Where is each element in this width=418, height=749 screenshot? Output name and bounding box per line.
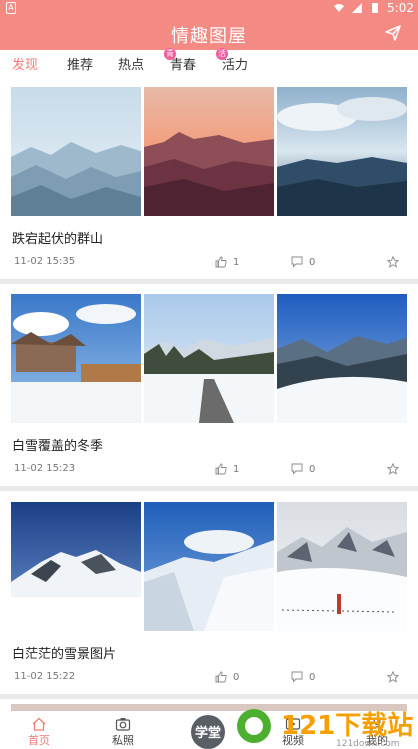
like-count: 0	[233, 671, 240, 683]
comment-icon	[291, 671, 303, 683]
watermark-url: 121down.com	[336, 739, 400, 749]
post-title: 白雪覆盖的冬季	[12, 439, 104, 454]
tab-youth[interactable]: 青 青春	[164, 48, 196, 73]
thumbs-up-icon	[215, 256, 227, 268]
watermark-brand: 121下载站	[281, 711, 413, 741]
post-meta: 11-02 15:23 1 0	[0, 463, 418, 479]
post-image[interactable]	[144, 502, 274, 631]
post-image[interactable]	[11, 87, 141, 216]
tab-discover[interactable]: 发现	[12, 54, 38, 73]
post-time: 11-02 15:22	[14, 671, 76, 682]
like-button[interactable]: 0	[215, 671, 239, 683]
status-time: 5:02	[387, 1, 414, 15]
separator	[0, 694, 418, 699]
separator	[0, 279, 418, 284]
app-title: 情趣图屋	[171, 26, 247, 47]
thumbs-up-icon	[215, 671, 227, 683]
separator	[0, 486, 418, 491]
comment-button[interactable]: 0	[291, 463, 315, 475]
post-image[interactable]	[11, 502, 141, 631]
post-meta: 11-02 15:35 1 0	[0, 256, 418, 272]
post-image[interactable]	[144, 294, 274, 423]
status-bar: A 5:02	[0, 0, 418, 18]
post-images	[11, 294, 407, 423]
like-count: 1	[233, 463, 240, 475]
app-notification-icon: A	[6, 2, 16, 14]
star-icon[interactable]	[387, 256, 399, 268]
post-image[interactable]	[11, 294, 141, 423]
like-button[interactable]: 1	[215, 256, 239, 268]
comment-button[interactable]: 0	[291, 256, 315, 268]
like-button[interactable]: 1	[215, 463, 239, 475]
watermark-logo: 学堂 121下载站 121down.com	[191, 709, 413, 749]
post-image[interactable]	[144, 87, 274, 216]
post-card[interactable]: 白茫茫的雪景图片 11-02 15:22 0 0	[0, 502, 418, 692]
post-title: 跌宕起伏的群山	[12, 232, 104, 247]
post-card[interactable]: 跌宕起伏的群山 11-02 15:35 1 0	[0, 87, 418, 277]
post-card[interactable]: 白雪覆盖的冬季 11-02 15:23 1 0	[0, 294, 418, 484]
tab-vitality[interactable]: 活 活力	[216, 48, 248, 73]
comment-count: 0	[309, 463, 316, 475]
battery-icon	[372, 3, 379, 13]
tab-badge: 青	[164, 48, 176, 60]
comment-count: 0	[309, 256, 316, 268]
send-icon[interactable]	[384, 24, 402, 42]
svg-text:学堂: 学堂	[195, 725, 221, 741]
post-images	[11, 87, 407, 216]
comment-icon	[291, 256, 303, 268]
post-image[interactable]	[277, 502, 407, 631]
app-header: 情趣图屋	[0, 18, 418, 50]
home-icon	[32, 717, 46, 731]
category-tabs: 发现 推荐 热点 青 青春 活 活力	[0, 48, 418, 76]
thumbs-up-icon	[215, 463, 227, 475]
tab-badge: 活	[216, 48, 228, 60]
comment-count: 0	[309, 671, 316, 683]
tab-hot[interactable]: 热点	[118, 54, 144, 73]
comment-icon	[291, 463, 303, 475]
signal-icon	[352, 3, 363, 13]
post-image[interactable]	[277, 294, 407, 423]
post-time: 11-02 15:35	[14, 256, 76, 267]
tab-recommend[interactable]: 推荐	[67, 54, 93, 73]
post-title: 白茫茫的雪景图片	[12, 647, 117, 662]
camera-icon	[115, 718, 131, 731]
nav-home[interactable]: 首页	[14, 717, 64, 748]
post-images	[11, 502, 407, 631]
nav-private-photos[interactable]: 私照	[98, 717, 148, 748]
comment-button[interactable]: 0	[291, 671, 315, 683]
post-time: 11-02 15:23	[14, 463, 76, 474]
wifi-icon	[334, 4, 345, 12]
star-icon[interactable]	[387, 463, 399, 475]
post-image[interactable]	[277, 87, 407, 216]
like-count: 1	[233, 256, 240, 268]
star-icon[interactable]	[387, 671, 399, 683]
post-meta: 11-02 15:22 0 0	[0, 671, 418, 687]
